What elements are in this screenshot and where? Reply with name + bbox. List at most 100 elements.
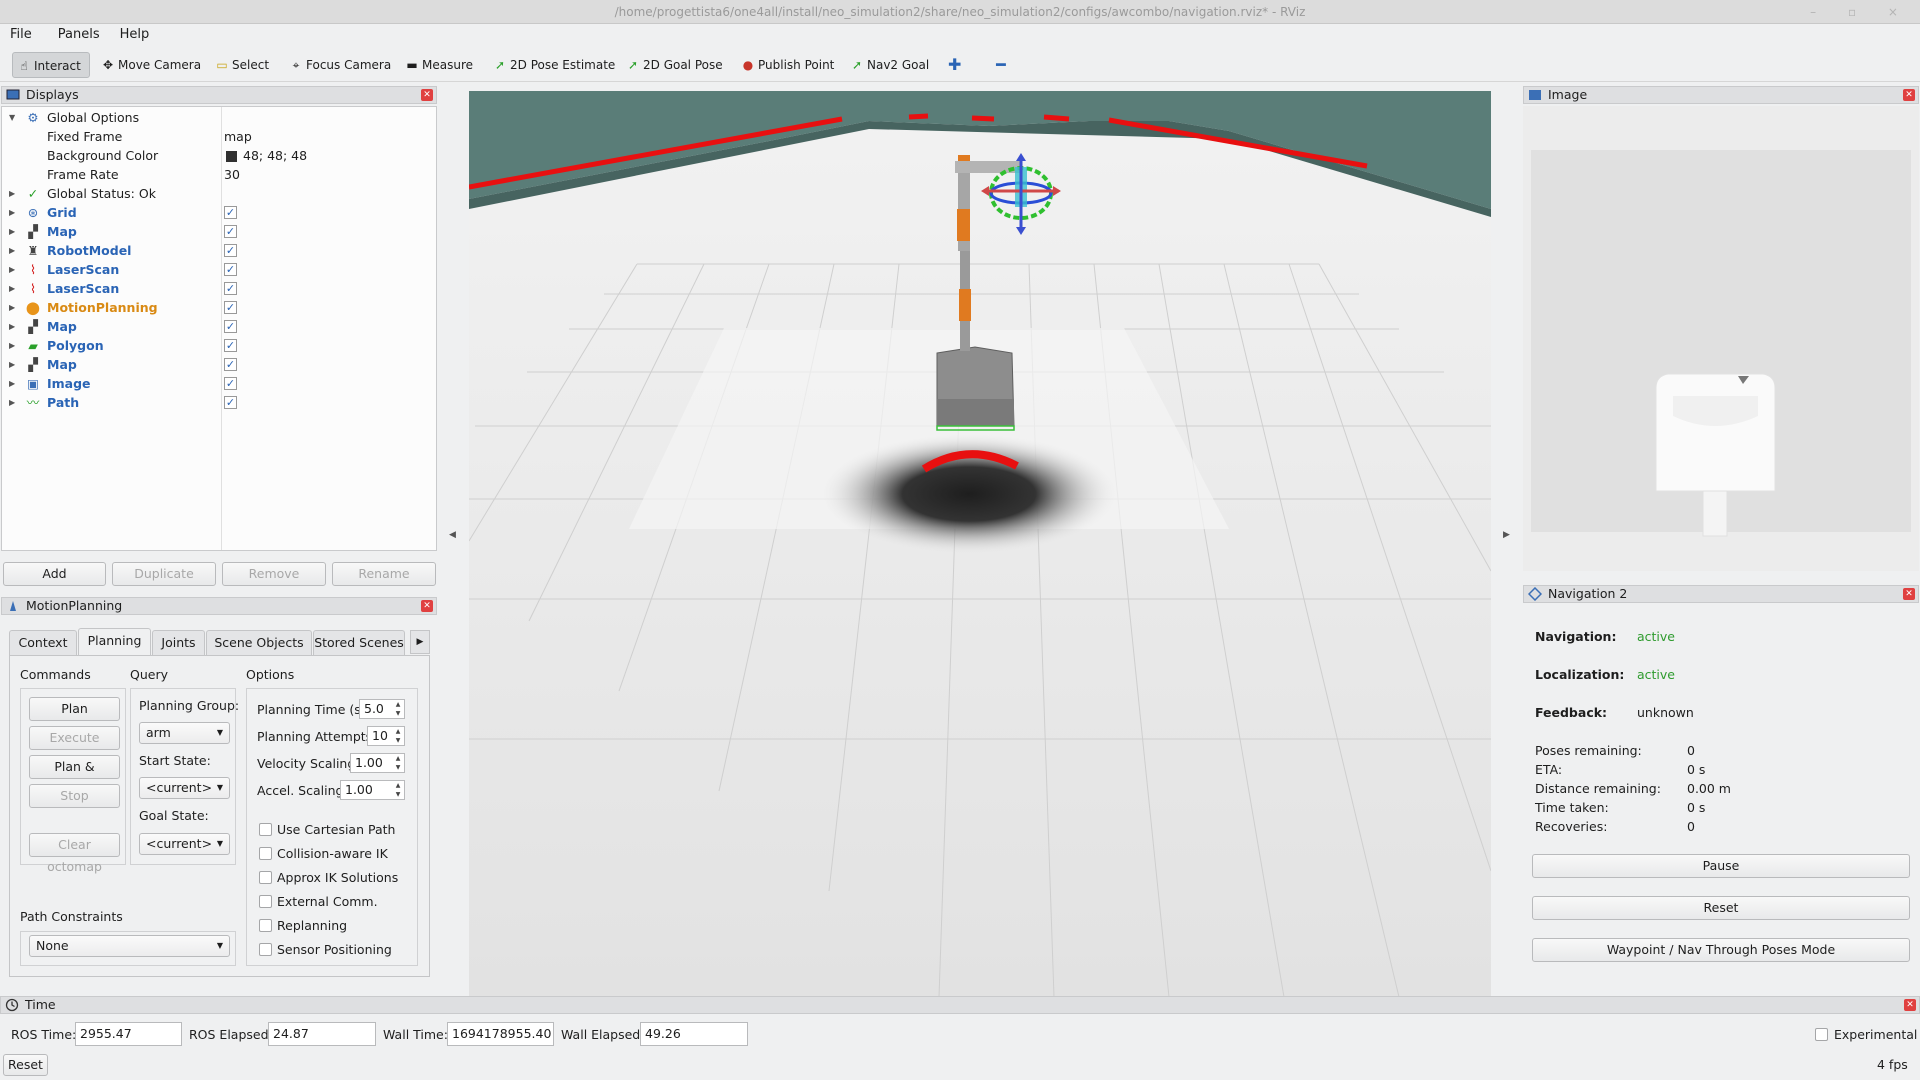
fixed-frame-value[interactable]: map [224,127,252,146]
expand-arrow-icon[interactable]: ▶ [9,393,15,412]
spin-arrows-icon[interactable]: ▲ ▼ [393,781,403,799]
display-row-map-2[interactable]: ▶ ▞ Map ✓ [2,317,436,336]
planning-time-spinbox[interactable]: 5.0 ▲ ▼ [359,699,405,719]
goal-state-select[interactable]: <current> ▼ [139,833,230,855]
plan-button[interactable]: Plan [29,697,120,721]
display-checkbox[interactable]: ✓ [224,339,237,352]
approx-ik-checkbox[interactable] [259,871,272,884]
velocity-scaling-spinbox[interactable]: 1.00 ▲ ▼ [350,753,405,773]
display-row-image[interactable]: ▶ ▣ Image ✓ [2,374,436,393]
expand-arrow-icon[interactable]: ▶ [9,355,15,374]
duplicate-display-button[interactable]: Duplicate [112,562,216,586]
tab-scene-objects[interactable]: Scene Objects [206,630,312,655]
ros-elapsed-field[interactable]: 24.87 [268,1022,376,1046]
display-row-robotmodel[interactable]: ▶ ♜ RobotModel ✓ [2,241,436,260]
display-checkbox[interactable]: ✓ [224,263,237,276]
tree-row-fixed-frame[interactable]: Fixed Frame map [2,127,436,146]
nav2-reset-button[interactable]: Reset [1532,896,1910,920]
close-icon[interactable]: ✕ [421,600,433,612]
frame-rate-value[interactable]: 30 [224,165,240,184]
start-state-select[interactable]: <current> ▼ [139,777,230,799]
path-constraints-select[interactable]: None ▼ [29,935,230,957]
tab-scroll-right-icon[interactable]: ▶ [410,630,430,654]
render-viewport[interactable] [469,91,1491,997]
background-color-value[interactable]: 48; 48; 48 [243,146,307,165]
execute-button[interactable]: Execute [29,726,120,750]
collapse-left-icon[interactable]: ◀ [449,530,456,540]
tool-select[interactable]: ▭ Select [211,52,269,78]
menu-panels[interactable]: Panels [36,24,100,42]
spin-arrows-icon[interactable]: ▲ ▼ [393,754,403,772]
expand-arrow-icon[interactable]: ▶ [9,298,15,317]
accel-scaling-spinbox[interactable]: 1.00 ▲ ▼ [340,780,405,800]
display-checkbox[interactable]: ✓ [224,301,237,314]
plan-and-execute-button[interactable]: Plan & Execute [29,755,120,796]
planning-attempts-spinbox[interactable]: 10 ▲ ▼ [367,726,405,746]
tree-row-global-options[interactable]: ▼ ⚙ Global Options [2,108,436,127]
tab-context[interactable]: Context [9,630,77,655]
time-reset-button[interactable]: Reset [3,1054,48,1076]
expand-arrow-icon[interactable]: ▶ [9,241,15,260]
spin-arrows-icon[interactable]: ▲ ▼ [393,700,403,718]
clear-octomap-button[interactable]: Clear octomap [29,833,120,874]
use-cartesian-path-checkbox[interactable] [259,823,272,836]
tool-move-camera[interactable]: ✥ Move Camera [97,52,201,78]
expand-arrow-icon[interactable]: ▶ [9,279,15,298]
remove-display-button[interactable]: Remove [222,562,326,586]
display-row-laserscan-2[interactable]: ▶ ⌇ LaserScan ✓ [2,279,436,298]
display-checkbox[interactable]: ✓ [224,358,237,371]
tree-row-frame-rate[interactable]: Frame Rate 30 [2,165,436,184]
display-row-grid[interactable]: ▶ ⊛ Grid ✓ [2,203,436,222]
display-checkbox[interactable]: ✓ [224,244,237,257]
expand-arrow-icon[interactable]: ▶ [9,336,15,355]
display-checkbox[interactable]: ✓ [224,396,237,409]
close-icon[interactable]: ✕ [1903,588,1915,600]
collapse-right-icon[interactable]: ▶ [1503,530,1510,540]
display-row-map[interactable]: ▶ ▞ Map ✓ [2,222,436,241]
display-row-map-3[interactable]: ▶ ▞ Map ✓ [2,355,436,374]
stop-button[interactable]: Stop [29,784,120,808]
sensor-positioning-checkbox[interactable] [259,943,272,956]
tree-row-background-color[interactable]: Background Color 48; 48; 48 [2,146,436,165]
expand-arrow-icon[interactable]: ▶ [9,222,15,241]
display-checkbox[interactable]: ✓ [224,377,237,390]
spin-arrows-icon[interactable]: ▲ ▼ [393,727,403,745]
expand-arrow-icon[interactable]: ▶ [9,203,15,222]
expand-arrow-icon[interactable]: ▶ [9,184,15,203]
external-comm-checkbox[interactable] [259,895,272,908]
window-controls[interactable]: – ▫ × [1810,0,1912,24]
add-display-button[interactable]: Add [3,562,106,586]
close-icon[interactable]: ✕ [1904,999,1916,1011]
replanning-checkbox[interactable] [259,919,272,932]
tool-2d-pose-estimate[interactable]: ➚ 2D Pose Estimate [489,52,615,78]
collapse-arrow-icon[interactable]: ▼ [9,108,15,127]
tab-planning[interactable]: Planning [78,628,151,655]
close-icon[interactable]: ✕ [1903,89,1915,101]
display-checkbox[interactable]: ✓ [224,225,237,238]
rename-display-button[interactable]: Rename [332,562,436,586]
remove-tool-icon[interactable]: ━ [992,52,1006,78]
pause-button[interactable]: Pause [1532,854,1910,878]
collision-aware-ik-checkbox[interactable] [259,847,272,860]
tool-nav2-goal[interactable]: ➚ Nav2 Goal [846,52,929,78]
add-tool-icon[interactable]: ✚ [944,52,961,78]
display-row-laserscan[interactable]: ▶ ⌇ LaserScan ✓ [2,260,436,279]
display-checkbox[interactable]: ✓ [224,206,237,219]
display-row-polygon[interactable]: ▶ ▰ Polygon ✓ [2,336,436,355]
expand-arrow-icon[interactable]: ▶ [9,317,15,336]
planning-group-select[interactable]: arm ▼ [139,722,230,744]
wall-time-field[interactable]: 1694178955.40 [447,1022,554,1046]
close-icon[interactable]: ✕ [421,89,433,101]
experimental-checkbox[interactable] [1815,1028,1828,1041]
tool-2d-goal-pose[interactable]: ➚ 2D Goal Pose [622,52,723,78]
expand-arrow-icon[interactable]: ▶ [9,260,15,279]
tree-row-global-status[interactable]: ▶ ✓ Global Status: Ok [2,184,436,203]
tab-joints[interactable]: Joints [152,630,205,655]
ros-time-field[interactable]: 2955.47 [75,1022,182,1046]
tab-stored-scenes[interactable]: Stored Scenes [313,630,405,655]
color-swatch[interactable] [226,151,237,162]
menu-file[interactable]: File [0,24,32,42]
tool-interact[interactable]: ☝ Interact [12,52,90,78]
tool-focus-camera[interactable]: ⌖ Focus Camera [285,52,392,78]
display-checkbox[interactable]: ✓ [224,282,237,295]
